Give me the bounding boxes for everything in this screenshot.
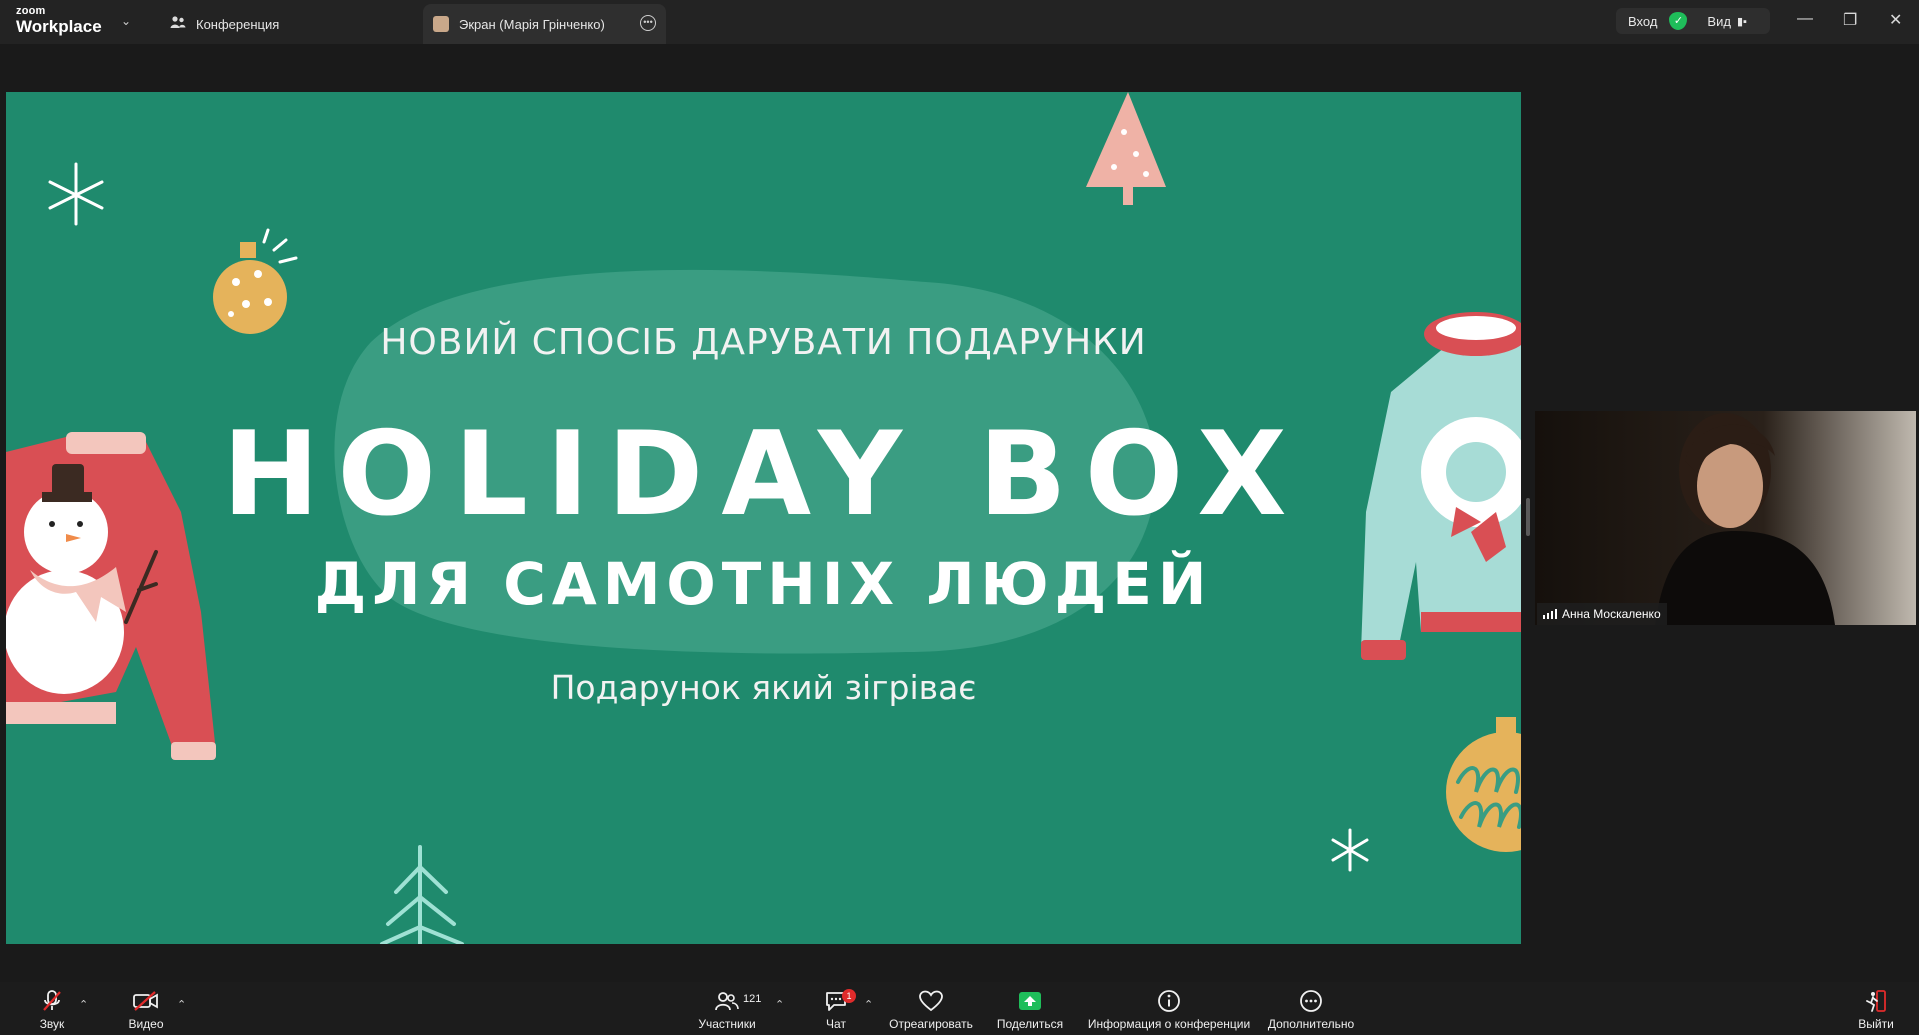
meeting-icon: [170, 15, 186, 33]
meeting-info-button[interactable]: Информация о конференции: [1086, 988, 1252, 1031]
tab-meeting-label: Конференция: [196, 16, 280, 32]
login-button[interactable]: Вход: [1628, 14, 1657, 29]
participants-icon: [715, 992, 739, 1011]
more-options-icon[interactable]: •••: [640, 15, 656, 31]
chat-options-caret[interactable]: ⌃: [864, 998, 873, 1011]
share-screen-button[interactable]: Поделиться: [994, 988, 1066, 1031]
tab-screen-label: Экран (Марія Грінченко): [459, 16, 605, 32]
more-label: Дополнительно: [1267, 1017, 1355, 1031]
more-dots-icon: [1300, 990, 1322, 1012]
meeting-info-label: Информация о конференции: [1087, 1017, 1251, 1031]
chevron-down-icon[interactable]: ⌄: [121, 14, 131, 28]
participants-options-caret[interactable]: ⌃: [775, 998, 784, 1011]
status-pill: Вход ✓ Вид ▮▪: [1616, 8, 1770, 34]
microphone-muted-icon: [43, 990, 61, 1011]
minimize-icon[interactable]: —: [1797, 10, 1813, 28]
participant-name-tag: Анна Москаленко: [1537, 603, 1667, 625]
audio-options-caret[interactable]: ⌃: [79, 998, 88, 1011]
slide-subtitle: НОВИЙ СПОСІБ ДАРУВАТИ ПОДАРУНКИ: [380, 322, 1147, 363]
slide-title: HOLIDAY BOX: [222, 407, 1305, 542]
participant-video-image: [1535, 411, 1916, 625]
ornament-icon: [213, 228, 298, 334]
video-options-caret[interactable]: ⌃: [177, 998, 186, 1011]
teal-tree-icon: [380, 845, 464, 944]
share-label: Поделиться: [996, 1017, 1064, 1031]
pink-tree-icon: [1086, 92, 1166, 205]
share-screen-icon: [1019, 992, 1041, 1010]
more-button[interactable]: Дополнительно: [1266, 988, 1356, 1031]
participants-count: 121: [743, 993, 762, 1005]
leave-icon: [1866, 990, 1886, 1012]
snowflake-icon-2: [1331, 828, 1369, 872]
resize-handle[interactable]: [1526, 498, 1530, 536]
title-bar: zoom Workplace ⌄ Конференция Экран (Марі…: [0, 0, 1919, 44]
tab-screen-share[interactable]: Экран (Марія Грінченко) •••: [423, 4, 666, 44]
zoom-logo[interactable]: zoom Workplace: [16, 5, 102, 36]
video-button[interactable]: Видео: [124, 988, 168, 1031]
chat-label: Чат: [826, 1017, 846, 1031]
tab-meeting[interactable]: Конференция: [170, 4, 279, 44]
leave-button[interactable]: Выйти: [1854, 988, 1898, 1031]
close-icon[interactable]: ✕: [1889, 10, 1902, 30]
view-grid-icon[interactable]: ▮▪: [1737, 15, 1747, 28]
audio-button[interactable]: Звук: [30, 988, 74, 1031]
logo-zoom-text: zoom: [16, 5, 46, 17]
heart-icon: [919, 990, 943, 1012]
chat-unread-badge: 1: [842, 989, 856, 1003]
restore-icon[interactable]: ❐: [1843, 10, 1857, 30]
react-button[interactable]: Отреагировать: [888, 988, 974, 1031]
participants-label: Участники: [698, 1017, 756, 1031]
leave-label: Выйти: [1858, 1017, 1894, 1031]
info-icon: [1158, 990, 1180, 1012]
logo-workplace-text: Workplace: [16, 17, 102, 36]
snowflake-icon: [48, 162, 104, 226]
video-label: Видео: [128, 1017, 164, 1031]
audio-label: Звук: [39, 1017, 65, 1031]
participant-name: Анна Москаленко: [1562, 607, 1661, 621]
react-label: Отреагировать: [889, 1017, 973, 1031]
presenter-avatar: [433, 16, 449, 32]
shared-screen-slide: НОВИЙ СПОСІБ ДАРУВАТИ ПОДАРУНКИ HOLIDAY …: [6, 92, 1521, 944]
slide-tagline: Подарунок який зігріває: [550, 668, 977, 707]
security-shield-icon[interactable]: ✓: [1669, 12, 1688, 30]
video-off-icon: [133, 991, 158, 1011]
slide-title-line2: ДЛЯ САМОТНІХ ЛЮДЕЙ: [314, 550, 1213, 618]
participant-video-tile[interactable]: Анна Москаленко: [1535, 411, 1916, 625]
signal-strength-icon: [1543, 609, 1557, 619]
meeting-toolbar: Звук ⌃ Видео ⌃ Участники 121 ⌃ Чат 1 ⌃ О…: [0, 982, 1919, 1035]
view-button[interactable]: Вид: [1707, 14, 1731, 29]
ornament-icon-2: [1446, 717, 1521, 852]
